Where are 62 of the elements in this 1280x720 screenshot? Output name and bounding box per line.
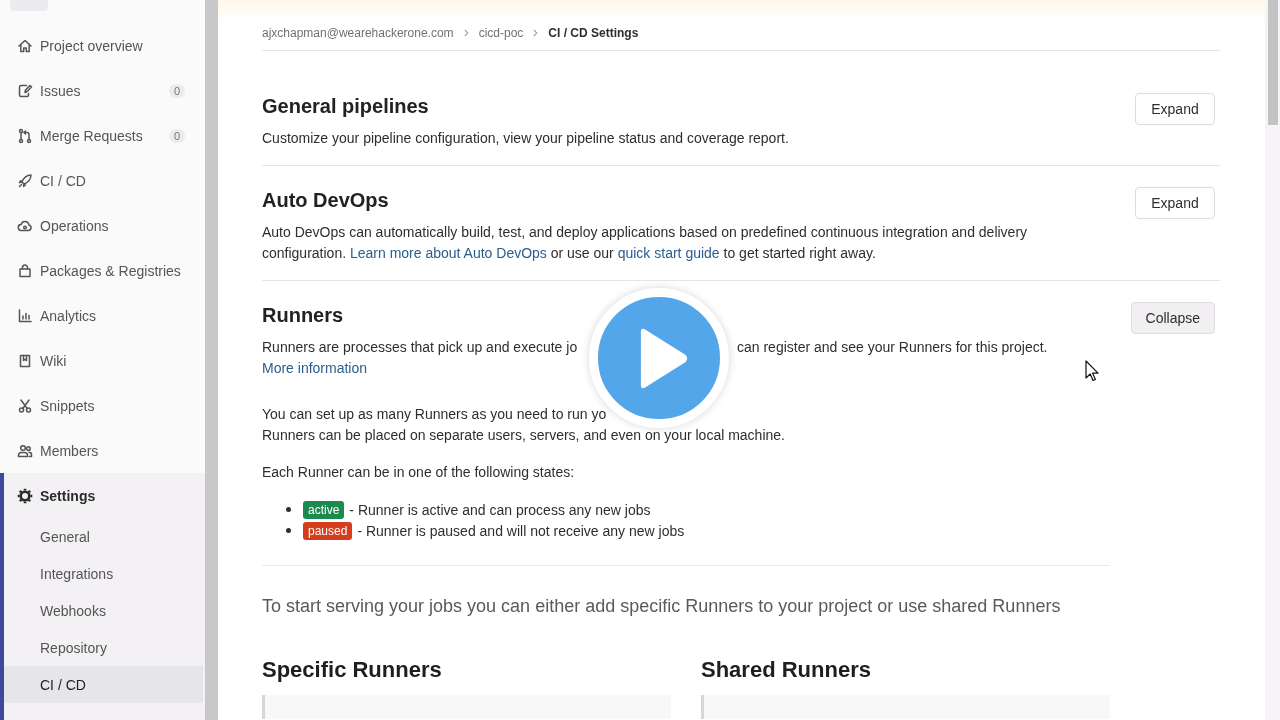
sidebar-subitem[interactable]: Webhooks xyxy=(4,592,203,629)
count-badge: 0 xyxy=(168,83,185,98)
sidebar-subitem[interactable]: Repository xyxy=(4,629,203,666)
git-merge-icon xyxy=(17,127,33,144)
sidebar-scrollbar[interactable] xyxy=(205,0,218,720)
document-edit-icon xyxy=(17,82,33,99)
users-icon xyxy=(17,442,33,459)
sidebar-item[interactable]: Settings xyxy=(0,473,205,518)
bag-icon xyxy=(17,262,33,279)
scissors-icon xyxy=(17,397,33,414)
breadcrumb-link[interactable]: cicd-poc xyxy=(478,26,524,40)
home-icon xyxy=(17,37,33,54)
sidebar-item[interactable]: Members xyxy=(0,428,205,473)
link[interactable]: quick start guide xyxy=(617,245,720,261)
section-description: Auto DevOps can automatically build, test, and deploy applications based on predefined continuous integration and delivery configuration. Learn more about Auto DevOps or use our quick start guide to get started right away. xyxy=(262,223,1029,263)
settings-icon xyxy=(17,487,33,504)
play-icon xyxy=(639,326,690,390)
bullet-icon xyxy=(286,507,291,512)
column-title: Specific Runners xyxy=(262,656,443,684)
section-title: General pipelines xyxy=(262,94,430,119)
intro-text: To start serving your jobs you can either add specific Runners to your project or use shared Runners xyxy=(262,595,1062,618)
sidebar-item[interactable]: Analytics xyxy=(0,293,205,338)
sidebar-item[interactable]: Snippets xyxy=(0,383,205,428)
scrollbar[interactable] xyxy=(1265,0,1280,720)
sidebar-item[interactable]: Packages & Registries xyxy=(0,248,205,293)
bar-chart-icon xyxy=(17,307,33,324)
body-text: Each Runner can be in one of the following states: xyxy=(262,463,576,482)
section-description: Customize your pipeline configuration, view your pipeline status and coverage report. xyxy=(262,129,789,148)
expand-button[interactable]: Expand xyxy=(1135,187,1215,219)
body-text: You can set up as many Runners as you need to run yo xyxy=(262,405,607,424)
section-title: Runners xyxy=(262,303,345,328)
breadcrumb-link[interactable]: ajxchapman@wearehackerone.com xyxy=(262,26,454,40)
mouse-pointer-icon xyxy=(1085,360,1099,382)
body-text: Runners can be placed on separate users, servers, and even on your local machine. xyxy=(262,426,785,445)
link[interactable]: More information xyxy=(262,360,368,376)
sidebar-subitem[interactable]: General xyxy=(4,518,203,555)
expand-button[interactable]: Expand xyxy=(1135,93,1215,125)
sidebar-item[interactable]: Project overview xyxy=(0,23,205,68)
sidebar-item[interactable]: Operations xyxy=(0,203,205,248)
sidebar-item[interactable]: Merge Requests 0 xyxy=(0,113,205,158)
breadcrumb-link[interactable]: CI / CD Settings xyxy=(548,26,639,40)
sidebar-item[interactable]: Wiki xyxy=(0,338,205,383)
chevron-right-icon xyxy=(532,29,540,37)
sidebar-item[interactable]: CI / CD xyxy=(0,158,205,203)
book-icon xyxy=(17,352,33,369)
sidebar-subitem[interactable]: CI / CD xyxy=(4,666,203,703)
sidebar-subitem[interactable]: Integrations xyxy=(4,555,203,592)
rocket-icon xyxy=(17,172,33,189)
state-description: - Runner is paused and will not receive any new jobs xyxy=(357,522,685,539)
status-badge: paused xyxy=(303,521,353,540)
section-title: Auto DevOps xyxy=(262,188,390,213)
status-badge: active xyxy=(303,500,345,519)
state-description: - Runner is active and can process any new jobs xyxy=(349,501,651,518)
collapse-button[interactable]: Collapse xyxy=(1130,302,1215,334)
count-badge: 0 xyxy=(168,128,185,143)
section-description: Runners are processes that pick up and execute jo can register and see your Runners for this project. More information xyxy=(262,337,1080,379)
bullet-icon xyxy=(286,528,291,533)
column-title: Shared Runners xyxy=(701,656,872,684)
scrollbar-thumb[interactable] xyxy=(1268,0,1278,125)
sidebar-item[interactable]: Issues 0 xyxy=(0,68,205,113)
link[interactable]: Learn more about Auto DevOps xyxy=(349,245,547,261)
chevron-right-icon xyxy=(462,29,470,37)
